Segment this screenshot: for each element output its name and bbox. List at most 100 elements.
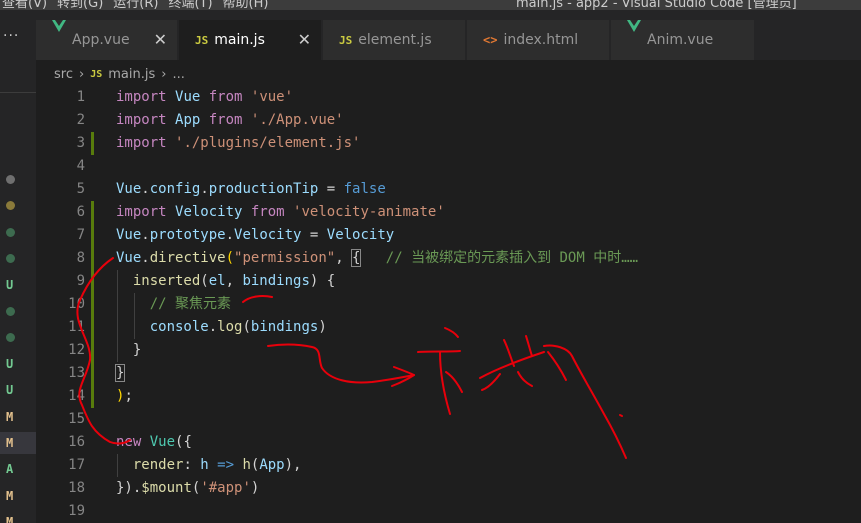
- code-line[interactable]: 3 import './plugins/element.js': [36, 132, 861, 155]
- code-line[interactable]: 7 Vue.prototype.Velocity = Velocity: [36, 224, 861, 247]
- menu-go[interactable]: 转到(G): [57, 0, 103, 10]
- breadcrumb-folder[interactable]: src: [54, 67, 73, 82]
- git-change-marker[interactable]: [91, 339, 94, 362]
- scm-folder-dot-icon[interactable]: [2, 168, 34, 190]
- git-change-marker[interactable]: [91, 224, 94, 247]
- code-line[interactable]: 19: [36, 500, 861, 523]
- code-line[interactable]: 4: [36, 155, 861, 178]
- code-token: Vue: [116, 250, 142, 266]
- code-token: 'vue': [250, 89, 294, 105]
- code-line[interactable]: 12 }: [36, 339, 861, 362]
- tab-anim-vue[interactable]: Anim.vue: [611, 20, 755, 60]
- code-token: Vue: [116, 227, 142, 243]
- code-line[interactable]: 9 inserted(el, bindings) {: [36, 270, 861, 293]
- scm-folder-dot-icon[interactable]: [2, 247, 34, 269]
- scm-folder-dot-icon[interactable]: [2, 194, 34, 216]
- code-token: =: [301, 227, 327, 243]
- line-number: 1: [76, 89, 85, 105]
- scm-status-badge[interactable]: M: [2, 511, 34, 523]
- code-token: }: [116, 342, 142, 358]
- code-token: render: [132, 457, 184, 473]
- code-token: h: [242, 457, 251, 473]
- code-token: .: [141, 250, 150, 266]
- tab-app-vue[interactable]: App.vue ✕: [36, 20, 178, 60]
- code-editor[interactable]: 1 import Vue from 'vue' 2 import App from '…: [36, 86, 861, 523]
- tab-label: App.vue: [72, 32, 130, 48]
- line-number: 19: [68, 503, 85, 519]
- scm-folder-dot-icon[interactable]: [2, 221, 34, 243]
- menu-view[interactable]: 查看(V): [2, 0, 47, 10]
- scm-folder-dot-icon[interactable]: [2, 326, 34, 348]
- code-token: (: [225, 250, 235, 266]
- code-text: }).$mount('#app'): [116, 477, 259, 500]
- code-line[interactable]: 13}: [36, 362, 861, 385]
- code-line[interactable]: 2 import App from './App.vue': [36, 109, 861, 132]
- scm-status-badge[interactable]: U: [2, 353, 34, 375]
- code-line[interactable]: 8 Vue.directive("permission", { // 当被绑定的元…: [36, 247, 861, 270]
- line-number: 8: [76, 250, 85, 266]
- scm-status-badge[interactable]: A: [2, 458, 34, 480]
- line-number: 4: [76, 158, 85, 174]
- menu-run[interactable]: 运行(R): [113, 0, 158, 10]
- code-line[interactable]: 10 // 聚焦元素: [36, 293, 861, 316]
- code-text: // 聚焦元素: [116, 293, 231, 316]
- scm-folder-dot-icon[interactable]: [2, 300, 34, 322]
- vue-icon: [627, 20, 641, 48]
- breadcrumb-file[interactable]: main.js: [108, 67, 155, 82]
- code-line[interactable]: 18}).$mount('#app'): [36, 477, 861, 500]
- git-change-marker[interactable]: [91, 385, 94, 408]
- js-icon: JS: [90, 68, 103, 80]
- code-text: );: [116, 385, 133, 408]
- code-token: // 聚焦元素: [149, 296, 232, 312]
- title-bar: 查看(V) 转到(G) 运行(R) 终端(T) 帮助(H) main.js - …: [0, 0, 861, 10]
- scm-status-badge[interactable]: M: [2, 485, 34, 507]
- line-number: 6: [76, 204, 85, 220]
- breadcrumb: src › JS main.js › ...: [54, 63, 185, 85]
- git-change-marker[interactable]: [91, 247, 94, 270]
- code-token: h: [200, 457, 209, 473]
- vue-icon: [52, 20, 66, 48]
- scm-status-badge[interactable]: M: [0, 432, 36, 454]
- code-token: from: [200, 112, 251, 128]
- tab-index-html[interactable]: <> index.html: [467, 20, 610, 60]
- git-change-marker[interactable]: [91, 362, 94, 385]
- menu-terminal[interactable]: 终端(T): [168, 0, 212, 10]
- git-change-marker[interactable]: [91, 132, 94, 155]
- code-line[interactable]: 15: [36, 408, 861, 431]
- breadcrumb-symbol[interactable]: ...: [172, 67, 184, 82]
- tab-label: element.js: [358, 32, 432, 48]
- line-number: 7: [76, 227, 85, 243]
- scm-status-badge[interactable]: M: [2, 406, 34, 428]
- code-line[interactable]: 17 render: h => h(App),: [36, 454, 861, 477]
- code-token: 'velocity-animate': [293, 204, 445, 220]
- git-change-marker[interactable]: [91, 270, 94, 293]
- code-text: }: [114, 362, 126, 385]
- code-line[interactable]: 6 import Velocity from 'velocity-animate': [36, 201, 861, 224]
- code-line[interactable]: 16 new Vue({: [36, 431, 861, 454]
- git-change-marker[interactable]: [91, 293, 94, 316]
- more-actions-icon[interactable]: ···: [0, 28, 36, 44]
- tab-bar: App.vue ✕ JS main.js ✕ JS element.js <> …: [36, 10, 861, 60]
- window-title: main.js - app2 - Visual Studio Code [管理员…: [516, 0, 797, 10]
- code-line[interactable]: 1 import Vue from 'vue': [36, 86, 861, 109]
- code-token: }: [114, 364, 126, 382]
- close-icon[interactable]: ✕: [298, 30, 311, 49]
- code-token: .: [141, 227, 150, 243]
- code-line[interactable]: 5 Vue.config.productionTip = false: [36, 178, 861, 201]
- git-change-marker[interactable]: [91, 316, 94, 339]
- menu-bar: 查看(V) 转到(G) 运行(R) 终端(T) 帮助(H): [0, 0, 268, 10]
- code-token: './App.vue': [250, 112, 344, 128]
- code-line[interactable]: 14);: [36, 385, 861, 408]
- line-number: 5: [76, 181, 85, 197]
- code-text: Vue.directive("permission", { // 当被绑定的元素…: [116, 247, 638, 270]
- scm-status-badge[interactable]: U: [2, 379, 34, 401]
- menu-help[interactable]: 帮助(H): [223, 0, 269, 10]
- tab-main-js[interactable]: JS main.js ✕: [179, 20, 322, 60]
- git-change-marker[interactable]: [91, 201, 94, 224]
- chevron-right-icon: ›: [78, 66, 85, 82]
- code-line[interactable]: 11 console.log(bindings): [36, 316, 861, 339]
- scm-status-badge[interactable]: U: [2, 274, 34, 296]
- tab-element-js[interactable]: JS element.js: [323, 20, 466, 60]
- close-icon[interactable]: ✕: [154, 30, 167, 49]
